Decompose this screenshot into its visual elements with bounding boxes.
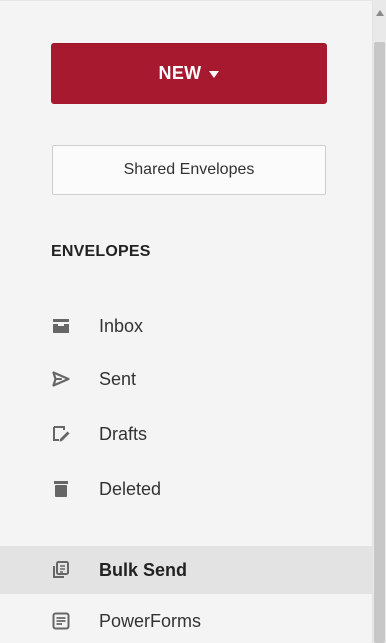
sidebar-item-label: Sent: [99, 369, 137, 389]
shared-envelopes-label: Shared Envelopes: [123, 161, 255, 178]
vertical-scrollbar[interactable]: [372, 0, 386, 643]
caret-down-icon: [209, 71, 220, 78]
new-button-label: NEW: [158, 63, 202, 83]
trash-icon: [51, 479, 71, 499]
powerforms-icon: [51, 611, 71, 631]
sidebar-item-label: Inbox: [99, 316, 144, 336]
sidebar-item-label: Deleted: [99, 479, 162, 499]
draft-icon: [51, 424, 71, 444]
bulk-send-icon: [51, 560, 71, 580]
sidebar-item-powerforms[interactable]: PowerForms: [0, 602, 372, 640]
sidebar-item-inbox[interactable]: Inbox: [0, 307, 372, 345]
sidebar-item-sent[interactable]: Sent: [0, 360, 372, 398]
sidebar-item-deleted[interactable]: Deleted: [0, 470, 372, 508]
scroll-up-arrow-icon[interactable]: [376, 10, 384, 16]
sidebar-item-label: Bulk Send: [99, 560, 188, 580]
sidebar-item-drafts[interactable]: Drafts: [0, 415, 372, 453]
new-button[interactable]: NEW: [51, 43, 327, 104]
inbox-icon: [51, 316, 71, 336]
sidebar-item-bulk-send[interactable]: Bulk Send: [0, 546, 372, 594]
sidebar-item-label: Drafts: [99, 424, 148, 444]
scrollbar-thumb[interactable]: [374, 42, 385, 643]
send-icon: [51, 369, 71, 389]
sidebar-item-label: PowerForms: [99, 611, 202, 631]
top-border: [0, 0, 372, 1]
shared-envelopes-button[interactable]: Shared Envelopes: [52, 145, 326, 195]
envelopes-section-heading: ENVELOPES: [51, 243, 151, 260]
sidebar: NEW Shared Envelopes ENVELOPES Inbox Sen…: [0, 0, 372, 643]
